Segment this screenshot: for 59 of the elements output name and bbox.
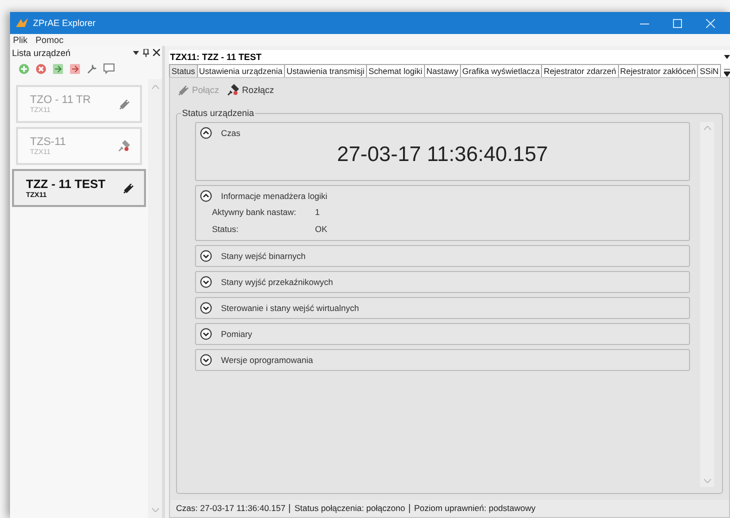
tab[interactable]: Nastawy — [424, 64, 461, 77]
status-text: Czas: 27-03-17 11:36:40.157 — [176, 504, 286, 513]
window-title: ZPrAE Explorer — [33, 18, 97, 28]
plug-icon — [178, 84, 189, 96]
section-title: Pomiary — [221, 329, 252, 339]
tab[interactable]: Grafika wyświetlacza — [460, 64, 542, 77]
section-title: Informacje menadżera logiki — [221, 191, 328, 201]
section-title: Wersje oprogramowania — [221, 355, 313, 365]
panel-title: Lista urządzeń — [12, 48, 72, 58]
tab[interactable]: Rejestrator zdarzeń — [541, 64, 619, 77]
status-text: Status połączenia: połączono — [289, 504, 410, 513]
app-logo-icon — [16, 18, 28, 28]
tab[interactable]: Schemat logiki — [366, 64, 425, 77]
section-title: Stany wyjść przekaźnikowych — [221, 277, 333, 287]
collapse-icon[interactable] — [200, 127, 212, 139]
dropdown-icon[interactable] — [724, 55, 730, 59]
maximize-icon — [672, 18, 682, 28]
tab[interactable]: Ustawienia transmisji — [284, 64, 367, 77]
section-title: Stany wejść binarnych — [221, 251, 306, 261]
expand-icon[interactable] — [200, 302, 212, 314]
field-label: Aktywny bank nastaw: — [212, 207, 298, 217]
device-name: TZO - 11 TR — [30, 94, 92, 106]
tab[interactable]: Status — [169, 64, 198, 77]
collapse-icon[interactable] — [200, 190, 212, 202]
group-title: Status urządzenia — [181, 108, 256, 118]
tab[interactable]: Rejestrator zakłóceń — [618, 64, 698, 77]
device-name: TZS-11 — [30, 136, 67, 148]
status-text: Poziom uprawnień: podstawowy — [409, 504, 540, 513]
dropdown-icon[interactable] — [133, 50, 139, 54]
export-icon[interactable] — [69, 63, 81, 75]
close-icon[interactable] — [153, 49, 160, 56]
device-name: TZZ - 11 TEST — [26, 177, 106, 191]
menu-item[interactable]: Pomoc — [36, 35, 64, 45]
field-value: 1 — [315, 207, 320, 217]
expand-icon[interactable] — [200, 276, 212, 288]
section-title: Czas — [221, 128, 240, 138]
remove-icon[interactable] — [35, 63, 47, 75]
field-label: Status: — [212, 224, 240, 234]
expand-icon[interactable] — [200, 328, 212, 340]
section-title: Sterowanie i stany wejść wirtualnych — [221, 303, 359, 313]
pin-icon[interactable] — [143, 48, 149, 56]
toolbar-button[interactable]: Rozłącz — [227, 84, 274, 96]
expand-icon[interactable] — [200, 354, 212, 366]
close-icon — [706, 18, 714, 28]
tab[interactable]: Ustawienia urządzenia — [196, 64, 286, 77]
time-display: 27-03-17 11:36:40.157 — [336, 142, 549, 168]
unplugged-icon — [118, 140, 130, 152]
plug-icon — [119, 98, 130, 110]
import-icon[interactable] — [52, 63, 64, 75]
tab[interactable]: SSiN — [697, 64, 722, 77]
tab-overflow-icon[interactable] — [724, 69, 730, 77]
plug-icon — [123, 182, 134, 194]
unplugged-icon — [227, 84, 240, 96]
field-value: OK — [315, 224, 328, 234]
comment-icon[interactable] — [103, 63, 115, 75]
expand-icon[interactable] — [200, 250, 212, 262]
wrench-icon[interactable] — [86, 63, 98, 75]
document-title: TZX11: TZZ - 11 TEST — [170, 52, 263, 62]
menu-item[interactable]: Plik — [13, 35, 28, 45]
